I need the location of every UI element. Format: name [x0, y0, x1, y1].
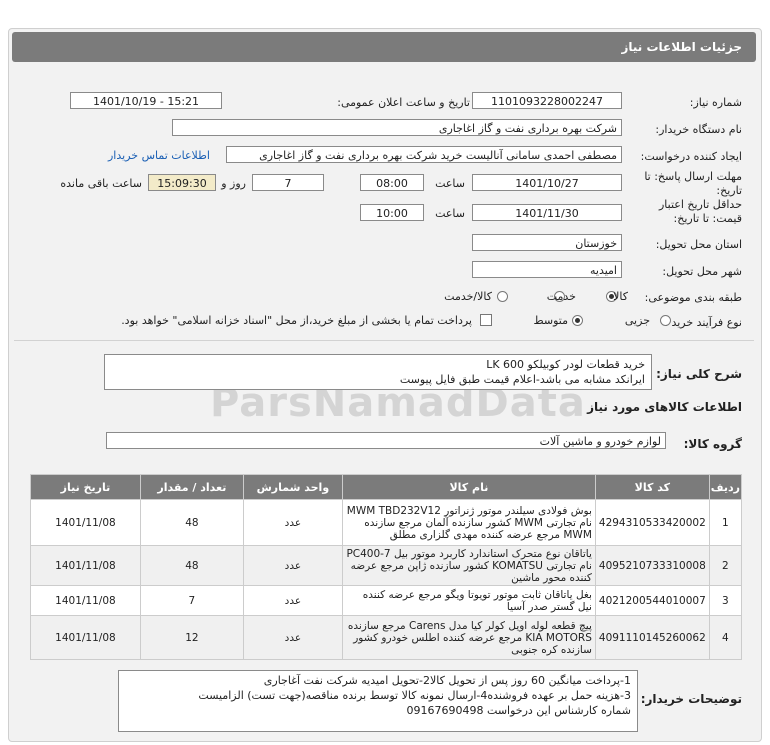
cell-date: 1401/11/08 — [30, 585, 141, 616]
goods-info-title: اطلاعات کالاهای مورد نیاز — [587, 400, 742, 414]
cell-date: 1401/11/08 — [30, 499, 141, 546]
category-option-both: کالا/خدمت — [444, 290, 492, 303]
table-row: 2 4095210733310008 یاتاقان نوع متحرک است… — [30, 545, 743, 586]
treasury-payment-note: پرداخت تمام یا بخشی از مبلغ خرید،از محل … — [121, 314, 472, 327]
creator-label: ایجاد کننده درخواست: — [640, 150, 742, 163]
cell-row: 2 — [708, 545, 743, 586]
goods-group-label: گروه کالا: — [683, 437, 742, 451]
announce-label: تاریخ و ساعت اعلان عمومی: — [337, 96, 470, 109]
table-row: 3 4021200544010007 بغل یاتاقان ثابت موتو… — [30, 585, 743, 616]
cell-row: 3 — [708, 585, 743, 616]
remaining-time-field: 15:09:30 — [148, 174, 216, 191]
buyer-notes-box: 1-پرداخت میانگین 60 روز پس از تحویل کالا… — [118, 670, 638, 732]
process-radio-medium[interactable] — [572, 315, 583, 326]
col-name: نام کالا — [341, 474, 596, 500]
remaining-label: ساعت باقی مانده — [60, 177, 142, 190]
col-qty: تعداد / مقدار — [139, 474, 244, 500]
cell-unit: عدد — [242, 545, 343, 586]
divider — [14, 340, 754, 341]
process-option-medium: متوسط — [533, 314, 568, 327]
city-field: امیدیه — [472, 261, 622, 278]
col-unit: واحد شمارش — [242, 474, 343, 500]
category-option-service: خدمت — [546, 290, 576, 303]
goods-group-field: لوازم خودرو و ماشین آلات — [106, 432, 666, 449]
need-number-label: شماره نیاز: — [689, 96, 742, 109]
deadline-time-label: ساعت — [435, 177, 465, 190]
items-table: ردیف کد کالا نام کالا واحد شمارش تعداد /… — [30, 474, 743, 660]
table-row: 4 4091110145260062 پیچ قطعه لوله اویل کو… — [30, 615, 743, 660]
cell-qty: 48 — [139, 545, 244, 586]
process-label: نوع فرآیند خرید : — [664, 316, 742, 329]
cell-row: 4 — [708, 615, 743, 660]
buyer-notes-line-2: 3-هزینه حمل بر عهده فروشنده4-ارسال نمونه… — [198, 689, 631, 702]
province-field: خوزستان — [472, 234, 622, 251]
cell-name: بوش فولادی سیلندر موتور ژنراتور MWM TBD2… — [341, 499, 596, 546]
cell-name: پیچ قطعه لوله اویل کولر کیا مدل Carens م… — [341, 615, 596, 660]
cell-unit: عدد — [242, 585, 343, 616]
category-label: طبقه بندی موضوعی: — [644, 291, 742, 304]
cell-code: 4095210733310008 — [594, 545, 710, 586]
cell-unit: عدد — [242, 615, 343, 660]
days-field: 7 — [252, 174, 324, 191]
creator-field: مصطفی احمدی سامانی آنالیست خرید شرکت بهر… — [226, 146, 622, 163]
validity-time-label: ساعت — [435, 207, 465, 220]
col-row: ردیف — [708, 474, 743, 500]
treasury-payment-checkbox[interactable] — [480, 314, 492, 326]
category-option-goods: کالا — [613, 290, 628, 303]
announce-field: 1401/10/19 - 15:21 — [70, 92, 222, 109]
deadline-time-field: 08:00 — [360, 174, 424, 191]
buyer-label: نام دستگاه خریدار: — [655, 123, 742, 136]
cell-date: 1401/11/08 — [30, 545, 141, 586]
deadline-date-field: 1401/10/27 — [472, 174, 622, 191]
cell-code: 4091110145260062 — [594, 615, 710, 660]
header-bar: جزئیات اطلاعات نیاز — [12, 32, 756, 62]
validity-time-field: 10:00 — [360, 204, 424, 221]
summary-box: خرید قطعات لودر کوبیلکو LK 600 ایرانکد م… — [104, 354, 652, 390]
process-option-minor: جزیی — [624, 314, 650, 327]
city-label: شهر محل تحویل: — [662, 265, 742, 278]
cell-unit: عدد — [242, 499, 343, 546]
days-label: روز و — [221, 177, 246, 190]
cell-qty: 48 — [139, 499, 244, 546]
page-title: جزئیات اطلاعات نیاز — [621, 40, 742, 54]
deadline-label: مهلت ارسال پاسخ: تا — [644, 170, 742, 183]
validity-date-field: 1401/11/30 — [472, 204, 622, 221]
cell-qty: 7 — [139, 585, 244, 616]
summary-line-2: ایرانکد مشابه می باشد-اعلام قیمت طبق فای… — [399, 373, 645, 386]
cell-code: 4021200544010007 — [594, 585, 710, 616]
cell-name: بغل یاتاقان ثابت موتور تویوتا ویگو مرجع … — [341, 585, 596, 616]
cell-name: یاتاقان نوع متحرک استاندارد کاربرد موتور… — [341, 545, 596, 586]
process-radio-minor[interactable] — [660, 315, 671, 326]
contact-buyer-link[interactable]: اطلاعات تماس خریدار — [108, 149, 210, 162]
deadline-label-date: تاریخ: — [716, 184, 742, 197]
validity-label: حداقل تاریخ اعتبار — [658, 198, 742, 211]
buyer-field: شرکت بهره برداری نفت و گاز اغاجاری — [172, 119, 622, 136]
table-row: 1 4294310533420002 بوش فولادی سیلندر موت… — [30, 499, 743, 546]
category-radio-both[interactable] — [497, 291, 508, 302]
buyer-notes-line-3: شماره کارشناس این درخواست 09167690498 — [406, 704, 631, 717]
cell-code: 4294310533420002 — [594, 499, 710, 546]
buyer-notes-line-1: 1-پرداخت میانگین 60 روز پس از تحویل کالا… — [263, 674, 631, 687]
col-code: کد کالا — [594, 474, 710, 500]
summary-line-1: خرید قطعات لودر کوبیلکو LK 600 — [486, 358, 645, 371]
cell-row: 1 — [708, 499, 743, 546]
summary-label: شرح کلی نیاز: — [656, 367, 742, 381]
cell-date: 1401/11/08 — [30, 615, 141, 660]
need-number-field: 1101093228002247 — [472, 92, 622, 109]
buyer-notes-label: توضیحات خریدار: — [640, 692, 742, 706]
validity-label-date: قیمت: تا تاریخ: — [673, 212, 742, 225]
col-date: تاریخ نیاز — [30, 474, 141, 500]
province-label: استان محل تحویل: — [655, 238, 742, 251]
cell-qty: 12 — [139, 615, 244, 660]
